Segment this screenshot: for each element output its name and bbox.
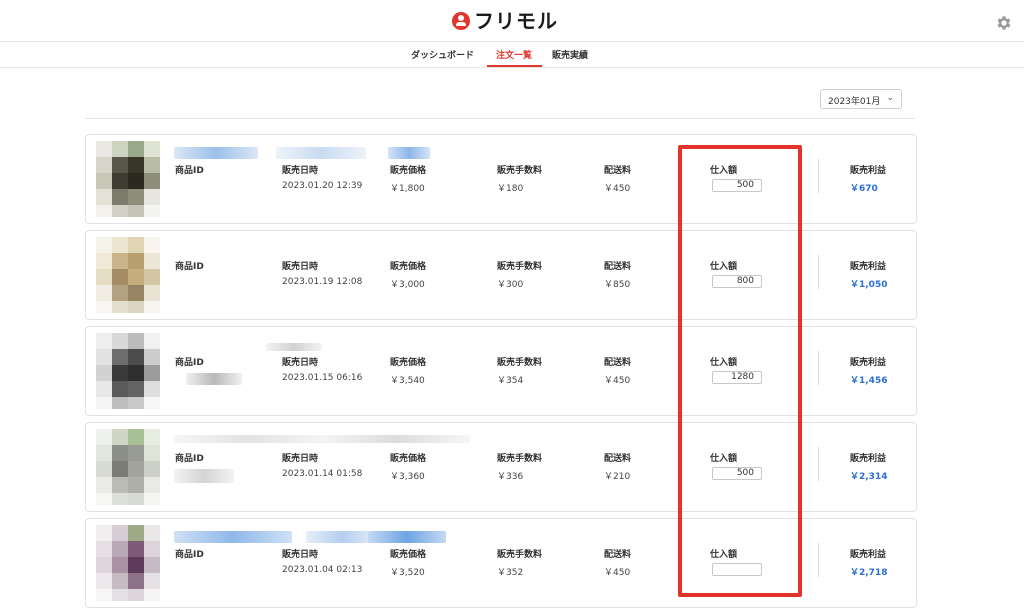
column-separator: [818, 255, 819, 289]
cost-column-highlight: [678, 145, 802, 597]
label-shipping: 配送料: [604, 550, 632, 560]
label-item-id: 商品ID: [175, 454, 204, 464]
fee-value: ￥300: [497, 280, 524, 290]
profit-value: ￥1,456: [850, 376, 888, 386]
label-profit: 販売利益: [850, 166, 887, 176]
label-sale-price: 販売価格: [390, 454, 427, 464]
label-profit: 販売利益: [850, 454, 887, 464]
month-select[interactable]: 2023年01月 ⌄: [820, 89, 902, 109]
product-thumbnail: [96, 333, 160, 409]
label-sale-price: 販売価格: [390, 262, 427, 272]
column-separator: [818, 159, 819, 193]
fee-value: ￥352: [497, 568, 524, 578]
product-thumbnail: [96, 429, 160, 505]
item-id-redacted: [186, 373, 242, 385]
sale-date-value: 2023.01.19 12:08: [282, 277, 363, 287]
column-separator: [818, 447, 819, 481]
product-title-redacted: [266, 343, 322, 351]
sale-date-value: 2023.01.04 02:13: [282, 565, 363, 575]
label-fee: 販売手数料: [497, 358, 543, 368]
profit-value: ￥670: [850, 184, 878, 194]
logo-mark-icon: [452, 12, 470, 30]
sale-price-value: ￥3,520: [390, 568, 425, 578]
divider: [85, 118, 915, 119]
label-sale-price: 販売価格: [390, 166, 427, 176]
label-profit: 販売利益: [850, 262, 887, 272]
logo-text: フリモル: [474, 9, 558, 33]
label-sale-date: 販売日時: [282, 550, 319, 560]
tab-dashboard[interactable]: ダッシュボード: [411, 48, 474, 61]
label-sale-date: 販売日時: [282, 358, 319, 368]
product-title-redacted: [276, 147, 366, 159]
month-select-value: 2023年01月: [828, 97, 881, 107]
profit-value: ￥2,718: [850, 568, 888, 578]
label-sale-date: 販売日時: [282, 166, 319, 176]
label-fee: 販売手数料: [497, 166, 543, 176]
label-item-id: 商品ID: [175, 550, 204, 560]
label-shipping: 配送料: [604, 454, 632, 464]
label-item-id: 商品ID: [175, 166, 204, 176]
shipping-value: ￥450: [604, 184, 631, 194]
label-fee: 販売手数料: [497, 262, 543, 272]
sale-date-value: 2023.01.15 06:16: [282, 373, 363, 383]
label-shipping: 配送料: [604, 262, 632, 272]
chevron-down-icon: ⌄: [886, 93, 894, 103]
column-separator: [818, 351, 819, 385]
label-sale-price: 販売価格: [390, 358, 427, 368]
product-title-redacted: [174, 531, 292, 543]
label-fee: 販売手数料: [497, 454, 543, 464]
active-tab-indicator: [487, 65, 542, 67]
profit-value: ￥1,050: [850, 280, 888, 290]
app-logo[interactable]: フリモル: [452, 9, 558, 33]
sale-price-value: ￥1,800: [390, 184, 425, 194]
label-item-id: 商品ID: [175, 358, 204, 368]
shipping-value: ￥210: [604, 472, 631, 482]
label-shipping: 配送料: [604, 166, 632, 176]
shipping-value: ￥450: [604, 568, 631, 578]
gear-icon[interactable]: [995, 14, 1013, 32]
product-title-redacted: [388, 147, 430, 159]
fee-value: ￥336: [497, 472, 524, 482]
product-title-redacted: [368, 531, 446, 543]
product-thumbnail: [96, 141, 160, 217]
shipping-value: ￥450: [604, 376, 631, 386]
label-sale-date: 販売日時: [282, 454, 319, 464]
product-thumbnail: [96, 237, 160, 313]
product-thumbnail: [96, 525, 160, 601]
item-id-redacted: [174, 469, 234, 483]
sale-price-value: ￥3,540: [390, 376, 425, 386]
label-item-id: 商品ID: [175, 262, 204, 272]
product-title-redacted: [174, 435, 470, 443]
sale-date-value: 2023.01.14 01:58: [282, 469, 363, 479]
top-bar: フリモル: [0, 0, 1024, 42]
sale-price-value: ￥3,360: [390, 472, 425, 482]
fee-value: ￥354: [497, 376, 524, 386]
label-sale-date: 販売日時: [282, 262, 319, 272]
tab-order-list[interactable]: 注文一覧: [496, 48, 532, 61]
label-fee: 販売手数料: [497, 550, 543, 560]
product-title-redacted: [174, 147, 258, 159]
profit-value: ￥2,314: [850, 472, 888, 482]
label-profit: 販売利益: [850, 550, 887, 560]
label-shipping: 配送料: [604, 358, 632, 368]
sale-date-value: 2023.01.20 12:39: [282, 181, 363, 191]
sale-price-value: ￥3,000: [390, 280, 425, 290]
label-sale-price: 販売価格: [390, 550, 427, 560]
column-separator: [818, 543, 819, 577]
main-tabs: ダッシュボード 注文一覧 販売実績: [0, 42, 1024, 68]
tab-sales-results[interactable]: 販売実績: [552, 48, 588, 61]
fee-value: ￥180: [497, 184, 524, 194]
shipping-value: ￥850: [604, 280, 631, 290]
label-profit: 販売利益: [850, 358, 887, 368]
